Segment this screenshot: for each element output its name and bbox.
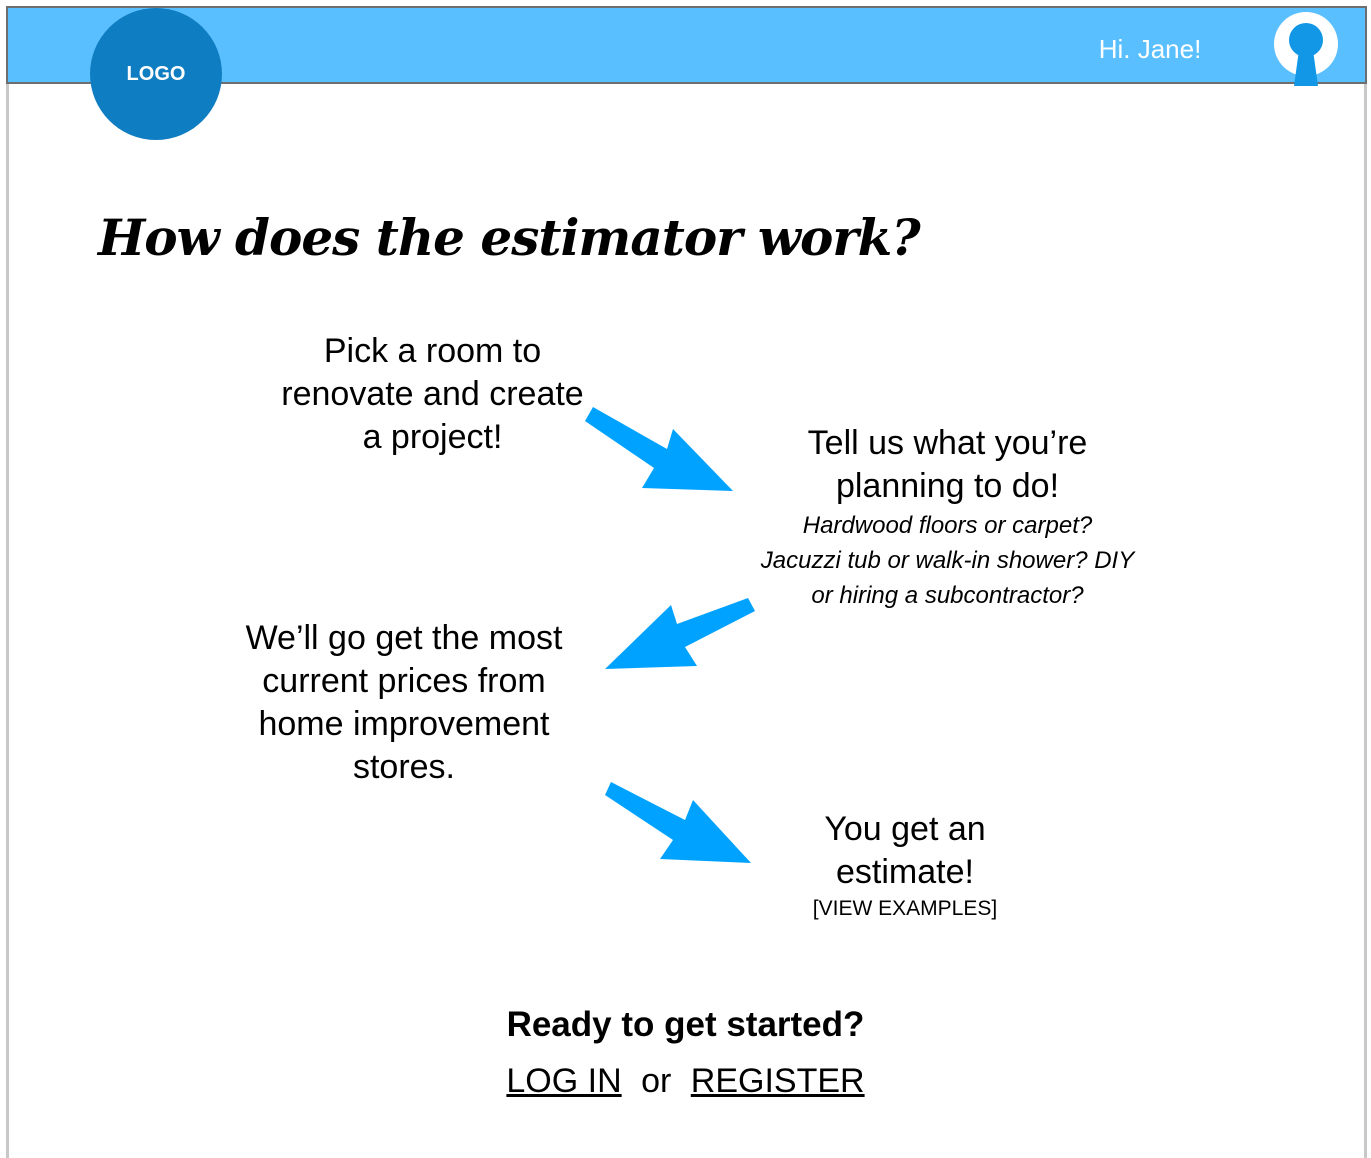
- cta-links: LOG IN or REGISTER: [0, 1062, 1371, 1101]
- page-frame: LOGO Hi. Jane! How does the estimator wo…: [0, 0, 1371, 1158]
- step-note: Hardwood floors or carpet? Jacuzzi tub o…: [760, 512, 1135, 609]
- left-border: [6, 84, 9, 1158]
- step-get-estimate: You get an estimate! [VIEW EXAMPLES]: [790, 808, 1020, 924]
- user-greeting: Hi. Jane!: [1098, 34, 1202, 64]
- cta-separator: or: [641, 1062, 672, 1100]
- step-pick-room: Pick a room to renovate and create a pro…: [280, 330, 585, 459]
- step-describe-plans: Tell us what you’re planning to do! Hard…: [760, 422, 1135, 613]
- arrow-step2-to-step3: [605, 598, 755, 669]
- logo-label: LOGO: [126, 62, 186, 85]
- step-get-prices: We’ll go get the most current prices fro…: [225, 617, 583, 789]
- user-avatar-icon[interactable]: [1272, 10, 1340, 86]
- page-title: How does the estimator work?: [98, 208, 921, 267]
- step-text: Tell us what you’re planning to do!: [807, 424, 1088, 505]
- right-border: [1364, 84, 1367, 1158]
- arrow-step3-to-step4: [605, 782, 751, 863]
- logo[interactable]: LOGO: [90, 8, 222, 140]
- step-text: Pick a room to renovate and create a pro…: [281, 332, 584, 456]
- step-text: We’ll go get the most current prices fro…: [245, 619, 563, 786]
- register-link[interactable]: REGISTER: [691, 1062, 865, 1100]
- view-examples-link[interactable]: [VIEW EXAMPLES]: [790, 894, 1020, 924]
- step-text: You get an estimate!: [824, 810, 986, 891]
- cta-heading: Ready to get started?: [506, 1005, 865, 1044]
- login-link[interactable]: LOG IN: [506, 1062, 621, 1100]
- arrow-step1-to-step2: [585, 407, 733, 491]
